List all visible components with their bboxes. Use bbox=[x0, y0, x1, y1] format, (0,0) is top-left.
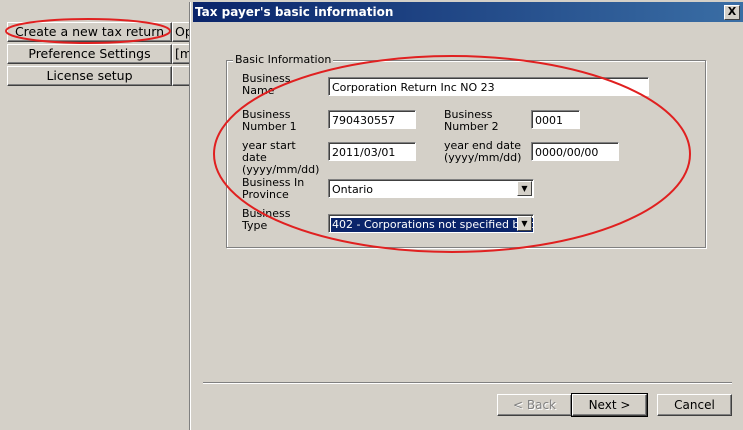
business-type-value: 402 - Corporations not specified below bbox=[330, 217, 533, 232]
dialog-title: Tax payer's basic information bbox=[195, 5, 394, 19]
business-number-1-input[interactable]: 790430557 bbox=[328, 110, 416, 129]
create-new-tax-return-button[interactable]: Create a new tax return bbox=[7, 22, 172, 42]
close-button[interactable]: X bbox=[724, 5, 740, 20]
business-number-2-label: Business Number 2 bbox=[444, 108, 499, 133]
year-end-date-label: year end date (yyyy/mm/dd) bbox=[444, 139, 522, 164]
license-setup-button[interactable]: License setup bbox=[7, 66, 172, 86]
chevron-down-icon[interactable]: ▼ bbox=[517, 181, 532, 196]
chevron-down-icon[interactable]: ▼ bbox=[517, 216, 532, 231]
cancel-button[interactable]: Cancel bbox=[657, 394, 732, 416]
year-end-date-input[interactable]: 0000/00/00 bbox=[531, 142, 619, 161]
dialog-titlebar: Tax payer's basic information X bbox=[193, 2, 743, 22]
year-start-date-label: year start date (yyyy/mm/dd) bbox=[242, 139, 320, 176]
province-select[interactable]: Ontario ▼ bbox=[328, 179, 534, 198]
business-number-2-input[interactable]: 0001 bbox=[531, 110, 580, 129]
back-button[interactable]: < Back bbox=[497, 394, 572, 416]
province-label: Business In Province bbox=[242, 176, 305, 201]
next-button[interactable]: Next > bbox=[571, 393, 648, 417]
province-value: Ontario bbox=[332, 183, 373, 196]
basic-information-legend: Basic Information bbox=[233, 53, 334, 66]
close-icon: X bbox=[727, 5, 737, 18]
business-name-label: Business Name bbox=[242, 72, 291, 97]
business-type-select[interactable]: 402 - Corporations not specified below ▼ bbox=[328, 214, 534, 233]
taxpayer-info-dialog: Tax payer's basic information X Basic In… bbox=[190, 2, 743, 430]
business-name-input[interactable]: Corporation Return Inc NO 23 bbox=[328, 77, 649, 96]
footer-separator bbox=[203, 382, 732, 384]
business-number-1-label: Business Number 1 bbox=[242, 108, 297, 133]
year-start-date-input[interactable]: 2011/03/01 bbox=[328, 142, 416, 161]
business-type-label: Business Type bbox=[242, 207, 291, 232]
preference-settings-button[interactable]: Preference Settings bbox=[7, 44, 172, 64]
